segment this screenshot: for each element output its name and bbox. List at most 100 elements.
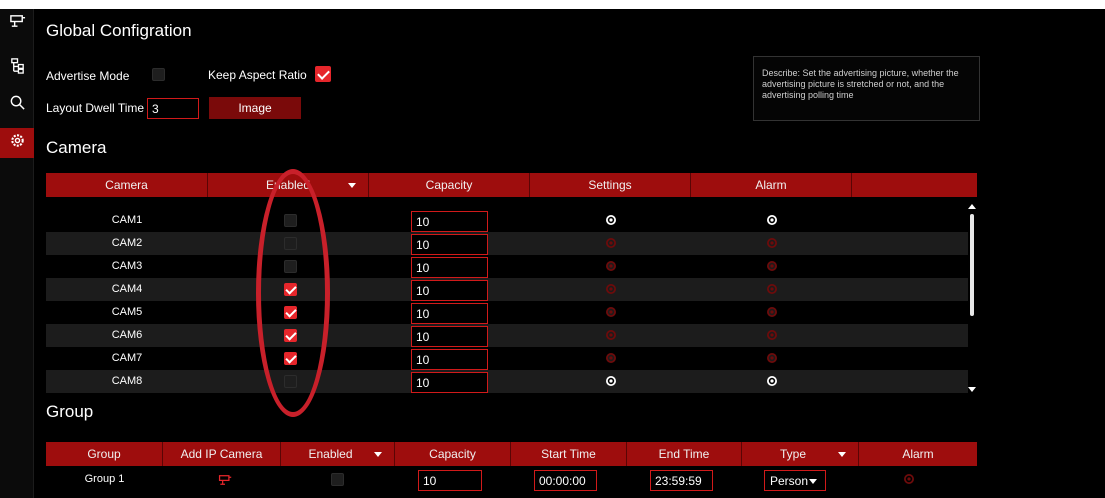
- camera-enabled-checkbox[interactable]: [284, 329, 297, 342]
- camera-table-row: CAM5 10: [46, 301, 968, 324]
- camera-settings-gear-icon[interactable]: [605, 283, 617, 295]
- camera-enabled-checkbox[interactable]: [284, 237, 297, 250]
- camera-name-cell: CAM7: [111, 352, 143, 364]
- camera-alarm-gear-icon[interactable]: [766, 214, 778, 226]
- group-section-title: Group: [46, 402, 94, 421]
- camera-name-cell: CAM8: [111, 375, 143, 387]
- camera-enabled-checkbox[interactable]: [284, 260, 297, 273]
- group-capacity-input[interactable]: 10: [418, 470, 482, 491]
- camera-name-cell: CAM6: [111, 329, 143, 341]
- advertise-mode-label: Advertise Mode: [46, 69, 130, 83]
- camera-alarm-gear-icon[interactable]: [766, 352, 778, 364]
- end-time-column-header[interactable]: End Time: [627, 442, 742, 466]
- camera-alarm-gear-icon[interactable]: [766, 283, 778, 295]
- camera-icon: [9, 13, 26, 35]
- scroll-down-arrow-icon[interactable]: [968, 387, 976, 392]
- type-select-caret-icon: [809, 479, 817, 484]
- camera-section-title: Camera: [46, 138, 107, 157]
- app-window: Global Configration Advertise Mode Keep …: [0, 9, 1105, 498]
- camera-enabled-checkbox[interactable]: [284, 283, 297, 296]
- camera-settings-gear-icon[interactable]: [605, 375, 617, 387]
- camera-settings-gear-icon[interactable]: [605, 237, 617, 249]
- group-table-header: Group Add IP Camera Enabled Capacity Sta…: [46, 442, 977, 466]
- camera-enabled-checkbox[interactable]: [284, 375, 297, 388]
- type-dropdown-caret-icon[interactable]: [838, 452, 846, 457]
- camera-settings-gear-icon[interactable]: [605, 329, 617, 341]
- scrollbar-thumb[interactable]: [970, 214, 974, 316]
- camera-capacity-input[interactable]: 10: [411, 326, 488, 347]
- camera-settings-gear-icon[interactable]: [605, 214, 617, 226]
- search-nav-button[interactable]: [0, 90, 34, 120]
- camera-alarm-gear-icon[interactable]: [766, 260, 778, 272]
- camera-capacity-input[interactable]: 10: [411, 303, 488, 324]
- camera-enabled-checkbox[interactable]: [284, 352, 297, 365]
- group-enabled-checkbox[interactable]: [331, 473, 344, 486]
- layout-dwell-time-input[interactable]: 3: [147, 98, 199, 119]
- live-view-nav-button[interactable]: [0, 9, 34, 39]
- enabled-dropdown-caret-icon[interactable]: [348, 183, 356, 188]
- camera-table-row: CAM2 10: [46, 232, 968, 255]
- camera-column-header[interactable]: Camera: [46, 173, 208, 197]
- camera-alarm-gear-icon[interactable]: [766, 237, 778, 249]
- camera-capacity-input[interactable]: 10: [411, 372, 488, 393]
- camera-capacity-input[interactable]: 10: [411, 349, 488, 370]
- start-time-column-header[interactable]: Start Time: [511, 442, 627, 466]
- camera-enabled-checkbox[interactable]: [284, 306, 297, 319]
- left-nav-rail: [0, 9, 34, 498]
- camera-name-cell: CAM1: [111, 214, 143, 226]
- camera-name-cell: CAM3: [111, 260, 143, 272]
- camera-capacity-input[interactable]: 10: [411, 211, 488, 232]
- alarm-column-header[interactable]: Alarm: [691, 173, 852, 197]
- camera-table-row: CAM1 10: [46, 209, 968, 232]
- keep-aspect-ratio-checkbox[interactable]: [315, 66, 331, 82]
- camera-capacity-input[interactable]: 10: [411, 234, 488, 255]
- camera-settings-gear-icon[interactable]: [605, 306, 617, 318]
- camera-alarm-gear-icon[interactable]: [766, 306, 778, 318]
- device-tree-nav-button[interactable]: [0, 53, 34, 83]
- image-button[interactable]: Image: [209, 97, 301, 119]
- camera-settings-gear-icon[interactable]: [605, 352, 617, 364]
- camera-alarm-gear-icon[interactable]: [766, 329, 778, 341]
- end-time-input[interactable]: 23:59:59: [650, 470, 713, 491]
- camera-capacity-input[interactable]: 10: [411, 257, 488, 278]
- settings-nav-button[interactable]: [0, 128, 34, 158]
- type-column-header[interactable]: Type: [742, 442, 859, 466]
- type-select[interactable]: Person: [764, 470, 826, 491]
- group-capacity-column-header[interactable]: Capacity: [395, 442, 511, 466]
- camera-settings-gear-icon[interactable]: [605, 260, 617, 272]
- add-ip-camera-icon[interactable]: [218, 473, 232, 491]
- add-ip-camera-column-header[interactable]: Add IP Camera: [163, 442, 281, 466]
- enabled-header-label: Enabled: [265, 178, 311, 192]
- camera-table-row: CAM3 10: [46, 255, 968, 278]
- type-select-value: Person: [770, 473, 809, 488]
- global-config-title: Global Configration: [46, 21, 192, 40]
- camera-table-scrollbar[interactable]: [968, 204, 977, 395]
- group-enabled-column-header[interactable]: Enabled: [281, 442, 395, 466]
- camera-capacity-input[interactable]: 10: [411, 280, 488, 301]
- camera-name-cell: CAM5: [111, 306, 143, 318]
- group-enabled-dropdown-caret-icon[interactable]: [374, 452, 382, 457]
- camera-enabled-checkbox[interactable]: [284, 214, 297, 227]
- camera-table-row: CAM4 10: [46, 278, 968, 301]
- group-name-cell: Group 1: [84, 473, 125, 485]
- advertise-mode-checkbox[interactable]: [152, 68, 165, 81]
- describe-panel: Describe: Set the advertising picture, w…: [753, 56, 980, 121]
- settings-gear-icon: [9, 132, 26, 154]
- type-header-label: Type: [779, 447, 806, 461]
- camera-table-row: CAM8 10: [46, 370, 968, 393]
- keep-aspect-ratio-label: Keep Aspect Ratio: [208, 68, 307, 82]
- camera-table-row: CAM7 10: [46, 347, 968, 370]
- group-alarm-column-header[interactable]: Alarm: [859, 442, 977, 466]
- start-time-input[interactable]: 00:00:00: [534, 470, 597, 491]
- capacity-column-header[interactable]: Capacity: [369, 173, 530, 197]
- search-icon: [9, 94, 26, 116]
- group-column-header[interactable]: Group: [46, 442, 163, 466]
- layout-dwell-time-label: Layout Dwell Time: [46, 101, 145, 115]
- camera-alarm-gear-icon[interactable]: [766, 375, 778, 387]
- group-alarm-gear-icon[interactable]: [903, 473, 915, 485]
- camera-table-header: Camera Enabled Capacity Settings Alarm: [46, 173, 977, 197]
- network-tree-icon: [9, 57, 26, 79]
- enabled-column-header[interactable]: Enabled: [208, 173, 369, 197]
- scroll-up-arrow-icon[interactable]: [968, 204, 976, 209]
- settings-column-header[interactable]: Settings: [530, 173, 691, 197]
